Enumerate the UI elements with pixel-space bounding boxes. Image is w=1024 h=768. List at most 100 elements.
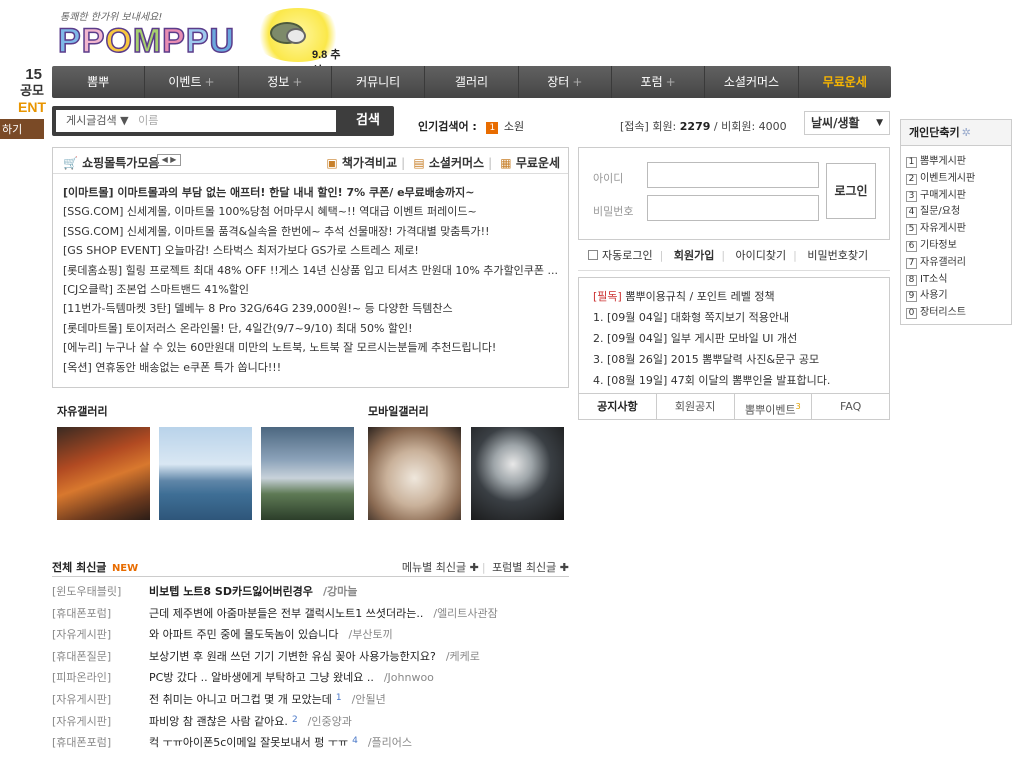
nav-item[interactable]: 포럼 + <box>612 66 706 98</box>
quick-key-item[interactable]: 3 구매게시판 <box>906 186 1011 203</box>
post-category[interactable]: [자유게시판] <box>52 713 111 729</box>
link-social-commerce[interactable]: 소셜커머스 <box>429 156 484 170</box>
post-author[interactable]: /케케로 <box>446 650 480 663</box>
nav-item[interactable]: 소셜커머스 <box>705 66 799 98</box>
post-category[interactable]: [피파온라인] <box>52 669 111 685</box>
deal-item[interactable]: [롯데홈쇼핑] 힐링 프로젝트 최대 48% OFF !!게스 14년 신상품 … <box>63 262 558 281</box>
password-input[interactable] <box>647 195 819 221</box>
free-gallery-title[interactable]: 자유갤러리 <box>57 403 108 419</box>
notice-tab[interactable]: FAQ <box>811 394 889 419</box>
quick-key-item[interactable]: 1 뽐뿌게시판 <box>906 152 1011 169</box>
deal-item[interactable]: [롯데마트몰] 토이저러스 온라인몰! 단, 4일간(9/7~9/10) 최대 … <box>63 320 558 339</box>
post-author[interactable]: /부산토끼 <box>349 628 393 641</box>
join-link[interactable]: 회원가입 <box>674 249 714 262</box>
post-author[interactable]: /엘리트사관잠 <box>433 607 497 620</box>
latest-post-row[interactable]: [자유게시판] 전 취미는 아니고 머그컵 몇 개 모았는데 1/안될년 <box>52 691 592 713</box>
quick-key-item[interactable]: 6 기타정보 <box>906 236 1011 253</box>
gear-icon[interactable]: ✲ <box>962 126 971 139</box>
deal-item[interactable]: [SSG.COM] 신세계몰, 이마트몰 100%당첨 어마무시 혜택~!! 역… <box>63 203 558 222</box>
latest-post-row[interactable]: [자유게시판] 와 아파트 주민 중에 몰도둑놈이 있습니다/부산토끼 <box>52 626 592 648</box>
post-author[interactable]: /안될년 <box>352 693 386 706</box>
post-category[interactable]: [휴대폰포럼] <box>52 605 111 621</box>
post-author[interactable]: /강마늘 <box>323 585 357 598</box>
post-subject[interactable]: 컥 ㅜㅠ아이폰5c이메일 잘못보내서 펑 ㅜㅠ 4/플리어스 <box>149 734 412 750</box>
post-subject[interactable]: 와 아파트 주민 중에 몰도둑놈이 있습니다/부산토끼 <box>149 626 393 642</box>
quick-key-item[interactable]: 4 질문/요청 <box>906 202 1011 219</box>
notice-tab[interactable]: 공지사항 <box>579 394 656 419</box>
search-button[interactable]: 검색 <box>342 106 394 136</box>
shopping-pager[interactable]: ◀ ▶ <box>157 154 181 166</box>
post-author[interactable]: /Johnwoo <box>384 671 434 684</box>
nav-item[interactable]: 뽐뿌 <box>52 66 146 98</box>
gallery-thumbnail[interactable] <box>261 427 354 520</box>
quick-key-item[interactable]: 7 자유갤러리 <box>906 253 1011 270</box>
link-book-price[interactable]: 책가격비교 <box>342 156 397 170</box>
latest-post-row[interactable]: [휴대폰질문] 보상기변 후 원래 쓰던 기기 기변한 유심 꽂아 사용가능한지요… <box>52 648 592 670</box>
chuseok-event-badge[interactable]: 9.8 추석 <box>252 8 344 77</box>
nav-item[interactable]: 장터 + <box>519 66 612 98</box>
post-category[interactable]: [휴대폰질문] <box>52 648 111 664</box>
search-input[interactable]: 게시글검색 ▼ 이름 <box>56 110 336 132</box>
forum-latest-link[interactable]: 포럼별 최신글 ✚ <box>492 561 569 574</box>
search-scope-select[interactable]: 게시글검색 ▼ <box>66 114 129 127</box>
post-subject[interactable]: 비보텝 노트8 SD카드잃어버린경우/강마늘 <box>149 583 357 599</box>
post-category[interactable]: [자유게시판] <box>52 691 111 707</box>
link-fortune[interactable]: 무료운세 <box>516 156 560 170</box>
post-subject[interactable]: 파비앙 참 괜찮은 사람 같아요. 2/인중양과 <box>149 713 352 729</box>
id-input[interactable] <box>647 162 819 188</box>
quick-key-item[interactable]: 0 장터리스트 <box>906 303 1011 320</box>
gallery-thumbnail[interactable] <box>159 427 252 520</box>
quick-key-item[interactable]: 8 IT소식 <box>906 270 1011 287</box>
deal-item[interactable]: [에누리] 누구나 살 수 있는 60만원대 미만의 노트북, 노트북 잘 모르… <box>63 339 558 358</box>
nav-item[interactable]: 정보 + <box>239 66 332 98</box>
nav-item[interactable]: 무료운세 <box>799 66 891 98</box>
quick-key-item[interactable]: 2 이벤트게시판 <box>906 169 1011 186</box>
mobile-gallery-title[interactable]: 모바일갤러리 <box>368 403 429 419</box>
notice-tab[interactable]: 회원공지 <box>655 394 734 419</box>
gallery-thumbnail[interactable] <box>57 427 150 520</box>
post-category[interactable]: [자유게시판] <box>52 626 111 642</box>
nav-item[interactable]: 이벤트 + <box>145 66 239 98</box>
latest-post-row[interactable]: [휴대폰포럼] 컥 ㅜㅠ아이폰5c이메일 잘못보내서 펑 ㅜㅠ 4/플리어스 <box>52 734 592 756</box>
deal-item[interactable]: [GS SHOP EVENT] 오늘마감! 스타벅스 최저가보다 GS가로 스트… <box>63 242 558 261</box>
quick-key-item[interactable]: 9 사용기 <box>906 286 1011 303</box>
post-category[interactable]: [휴대폰포럼] <box>52 734 111 750</box>
notice-item[interactable]: 4. [08월 19일] 47회 이달의 뽐뿌인을 발표합니다. <box>593 372 889 393</box>
post-author[interactable]: /플리어스 <box>368 736 412 749</box>
required-notice[interactable]: [필독] 뽐뿌이용규칙 / 포인트 레벨 정책 <box>593 288 889 309</box>
post-category[interactable]: [윈도우태블릿] <box>52 583 121 599</box>
menu-latest-link[interactable]: 메뉴별 최신글 ✚ <box>402 561 479 574</box>
auto-login-checkbox[interactable] <box>588 250 598 260</box>
weather-dropdown[interactable]: 날씨/생활 ▼ <box>804 111 890 135</box>
left-edge-banner[interactable]: 15 공모 ENT 하기 <box>0 66 46 139</box>
deal-item[interactable]: [이마트몰] 이마트몰과의 부담 없는 애프터! 한달 내내 할인! 7% 쿠폰… <box>63 184 558 203</box>
deal-item[interactable]: [CJ오클락] 조본업 스마트밴드 41%할인 <box>63 281 558 300</box>
notice-item[interactable]: 1. [09월 04일] 대화형 쪽지보기 적용안내 <box>593 309 889 330</box>
deal-item[interactable]: [11번가-득템마켓 3탄] 델베누 8 Pro 32G/64G 239,000… <box>63 300 558 319</box>
deal-item[interactable]: [SSG.COM] 신세계몰, 이마트몰 품격&실속을 한번에~ 추석 선물매장… <box>63 223 558 242</box>
nav-item[interactable]: 커뮤니티 <box>332 66 426 98</box>
post-subject[interactable]: 근데 제주변에 아줌마분들은 전부 갤럭시노트1 쓰셧더라는.. /엘리트사관잠 <box>149 605 498 621</box>
gallery-thumbnail[interactable] <box>471 427 564 520</box>
latest-post-row[interactable]: [윈도우태블릿] 비보텝 노트8 SD카드잃어버린경우/강마늘 <box>52 583 592 605</box>
auto-login-label[interactable]: 자동로그인 <box>602 249 653 262</box>
latest-post-row[interactable]: [피파온라인] PC방 갔다 .. 알바생에게 부탁하고 그냥 왔네요 .. /Jo… <box>52 669 592 691</box>
latest-post-row[interactable]: [휴대폰포럼] 근데 제주변에 아줌마분들은 전부 갤럭시노트1 쓰셧더라는.. /… <box>52 605 592 627</box>
notice-tab[interactable]: 뽐뿌이벤트3 <box>733 394 812 419</box>
post-subject[interactable]: PC방 갔다 .. 알바생에게 부탁하고 그냥 왔네요 .. /Johnwoo <box>149 669 434 685</box>
popular-keyword-link[interactable]: 소원 <box>504 120 524 133</box>
post-subject[interactable]: 전 취미는 아니고 머그컵 몇 개 모았는데 1/안될년 <box>149 691 386 707</box>
latest-post-row[interactable]: [자유게시판] 파비앙 참 괜찮은 사람 같아요. 2/인중양과 <box>52 713 592 735</box>
login-button[interactable]: 로그인 <box>826 163 876 219</box>
notice-item[interactable]: 3. [08월 26일] 2015 뽐뿌달력 사진&문구 공모 <box>593 351 889 372</box>
site-logo[interactable]: PPOMPPU <box>57 21 235 61</box>
banner-go-button[interactable]: 하기 <box>0 119 44 139</box>
quick-key-item[interactable]: 5 자유게시판 <box>906 219 1011 236</box>
deal-item[interactable]: [옥션] 연휴동안 배송없는 e쿠폰 특가 쏩니다!!! <box>63 359 558 378</box>
gallery-thumbnail[interactable] <box>368 427 461 520</box>
nav-item[interactable]: 갤러리 <box>425 66 519 98</box>
find-id-link[interactable]: 아이디찾기 <box>736 249 787 262</box>
find-password-link[interactable]: 비밀번호찾기 <box>807 249 868 262</box>
notice-item[interactable]: 2. [09월 04일] 일부 게시판 모바일 UI 개선 <box>593 330 889 351</box>
post-subject[interactable]: 보상기변 후 원래 쓰던 기기 기변한 유심 꽂아 사용가능한지요? /케케로 <box>149 648 480 664</box>
